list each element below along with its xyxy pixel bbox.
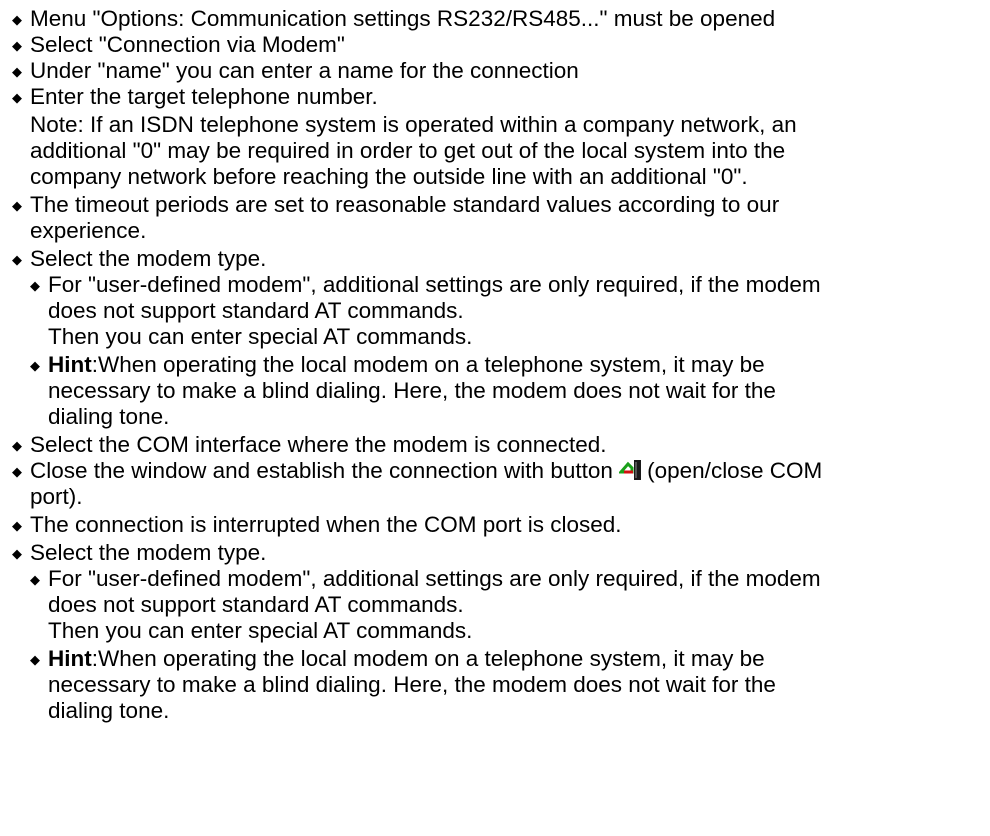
list-item-continuation: experience. bbox=[30, 218, 147, 243]
list-item-text: For "user-defined modem", additional set… bbox=[48, 272, 821, 297]
list-item: ◆ Enter the target telephone number. bbox=[12, 82, 378, 113]
list-item: ◆ Close the window and establish the conn… bbox=[12, 456, 822, 487]
list-item-continuation: Then you can enter special AT commands. bbox=[48, 324, 473, 349]
bullet-icon: ◆ bbox=[30, 652, 40, 667]
list-item-text: Menu "Options: Communication settings RS… bbox=[30, 6, 776, 31]
list-item-text: Under "name" you can enter a name for th… bbox=[30, 58, 579, 83]
hint-continuation: dialing tone. bbox=[48, 698, 170, 723]
bullet-icon: ◆ bbox=[12, 518, 22, 533]
list-item-text: Close the window and establish the conne… bbox=[30, 458, 613, 483]
list-item-text: Enter the target telephone number. bbox=[30, 84, 378, 109]
list-item-continuation: port). bbox=[30, 484, 83, 509]
list-item-continuation: Then you can enter special AT commands. bbox=[48, 618, 473, 643]
hint-label: Hint bbox=[48, 646, 92, 671]
list-item-text: The connection is interrupted when the C… bbox=[30, 512, 622, 537]
open-close-com-port-icon bbox=[617, 458, 646, 482]
bullet-icon: ◆ bbox=[12, 90, 22, 105]
list-item-text: Select the modem type. bbox=[30, 246, 267, 271]
bullet-icon: ◆ bbox=[30, 572, 40, 587]
bullet-icon: ◆ bbox=[12, 464, 22, 479]
bullet-icon: ◆ bbox=[12, 198, 22, 213]
list-item-text: Select the modem type. bbox=[30, 540, 267, 565]
bullet-icon: ◆ bbox=[30, 278, 40, 293]
list-item-text: (open/close COM bbox=[647, 458, 823, 483]
hint-label: Hint bbox=[48, 352, 92, 377]
bullet-icon: ◆ bbox=[30, 358, 40, 373]
bullet-icon: ◆ bbox=[12, 546, 22, 561]
note-text: company network before reaching the outs… bbox=[30, 164, 748, 189]
hint-continuation: dialing tone. bbox=[48, 404, 170, 429]
list-item: ◆ The connection is interrupted when the … bbox=[12, 510, 622, 541]
list-item-text: For "user-defined modem", additional set… bbox=[48, 566, 821, 591]
instruction-document: ◆ Menu "Options: Communication settings R… bbox=[0, 0, 990, 836]
list-item-text: Select "Connection via Modem" bbox=[30, 32, 345, 57]
hint-text: :When operating the local modem on a tel… bbox=[91, 352, 765, 377]
list-item-text: Select the COM interface where the modem… bbox=[30, 432, 607, 457]
hint-text: :When operating the local modem on a tel… bbox=[91, 646, 765, 671]
list-item-text: The timeout periods are set to reasonabl… bbox=[30, 192, 780, 217]
bullet-icon: ◆ bbox=[12, 252, 22, 267]
